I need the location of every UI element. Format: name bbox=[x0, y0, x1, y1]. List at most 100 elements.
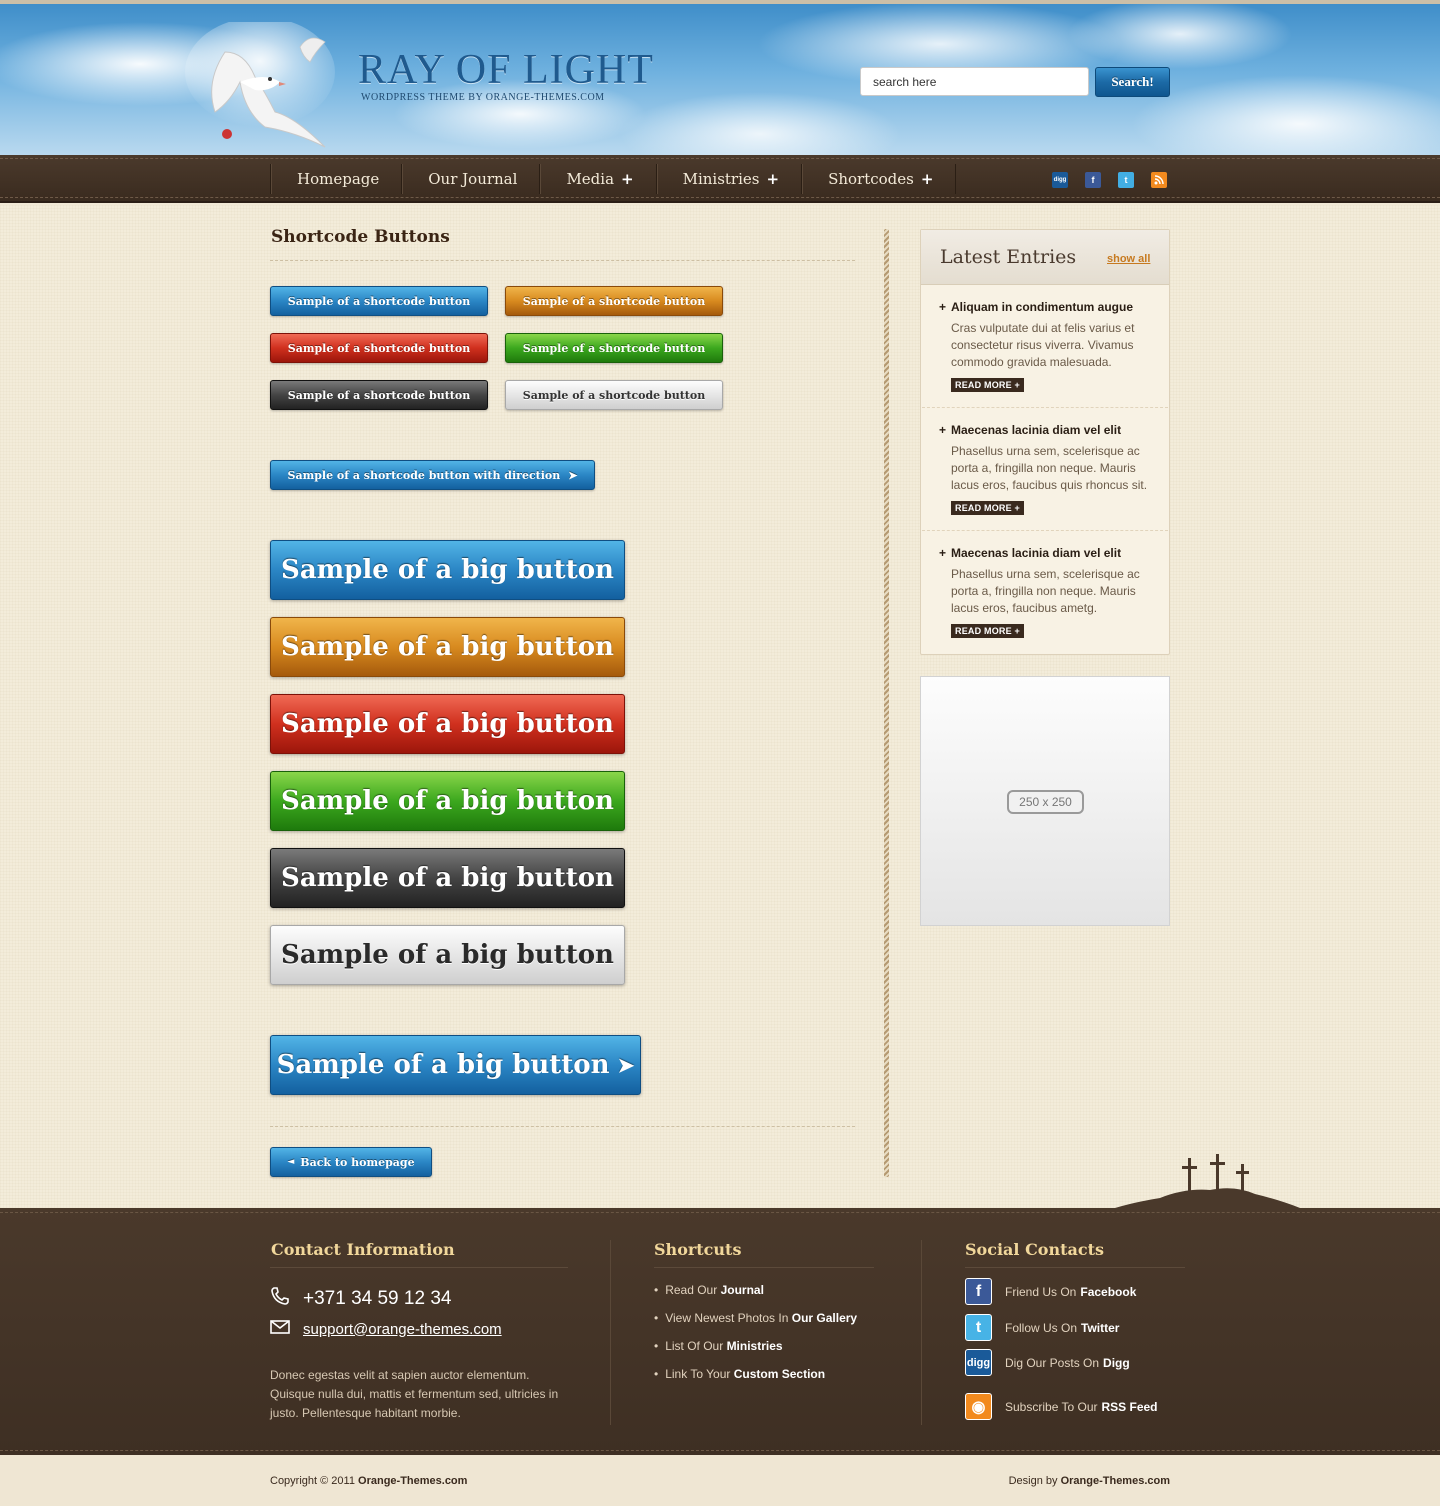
button-label: Sample of a big button bbox=[281, 632, 614, 662]
shortcode-direction-button[interactable]: Sample of a shortcode button with direct… bbox=[270, 460, 595, 490]
copyright-text: Copyright © 2011 Orange-Themes.com bbox=[270, 1475, 467, 1487]
nav-social-links: digg f t bbox=[1052, 172, 1167, 188]
site-logo[interactable]: RAY OF LIGHT WORDPRESS THEME BY ORANGE-T… bbox=[358, 48, 654, 103]
nav-menu: Homepage Our Journal Media + Ministries + … bbox=[270, 164, 957, 194]
copyright-link[interactable]: Orange-Themes.com bbox=[358, 1475, 467, 1487]
read-more-button[interactable]: READ MORE + bbox=[951, 378, 1024, 392]
entry-title[interactable]: + Maecenas lacinia diam vel elit bbox=[939, 546, 1154, 560]
button-label: Sample of a big button bbox=[281, 863, 614, 893]
big-button-dark[interactable]: Sample of a big button bbox=[270, 848, 625, 908]
button-label: Sample of a shortcode button bbox=[287, 341, 471, 355]
shortcode-button-orange[interactable]: Sample of a shortcode button bbox=[505, 286, 723, 316]
shortcut-custom-section[interactable]: • Link To Your Custom Section bbox=[654, 1367, 857, 1395]
show-all-link[interactable]: show all bbox=[1107, 253, 1150, 265]
read-more-button[interactable]: READ MORE + bbox=[951, 501, 1024, 515]
footer-column-divider bbox=[610, 1240, 611, 1425]
social-bold: Facebook bbox=[1080, 1284, 1137, 1299]
rss-icon: ◉ bbox=[965, 1393, 992, 1420]
email-link[interactable]: support@orange-themes.com bbox=[270, 1320, 502, 1338]
footer-divider bbox=[654, 1267, 874, 1268]
shortcut-bold: Journal bbox=[720, 1283, 764, 1297]
social-twitter[interactable]: t Follow Us On Twitter bbox=[965, 1314, 1119, 1341]
nav-item-homepage[interactable]: Homepage bbox=[270, 164, 401, 194]
facebook-icon[interactable]: f bbox=[1085, 172, 1101, 188]
logo-title: RAY OF LIGHT bbox=[358, 47, 654, 93]
nav-item-label: Our Journal bbox=[428, 170, 518, 188]
nav-item-label: Shortcodes bbox=[828, 170, 914, 188]
social-bold: Twitter bbox=[1081, 1320, 1120, 1335]
entry-title[interactable]: + Aliquam in condimentum augue bbox=[939, 300, 1154, 314]
nav-item-label: Homepage bbox=[297, 170, 380, 188]
phone-icon bbox=[270, 1286, 292, 1312]
plus-icon: + bbox=[766, 170, 780, 188]
dove-icon bbox=[185, 22, 335, 148]
site-header: RAY OF LIGHT WORDPRESS THEME BY ORANGE-T… bbox=[0, 0, 1440, 155]
twitter-icon[interactable]: t bbox=[1118, 172, 1134, 188]
shortcode-button-light[interactable]: Sample of a shortcode button bbox=[505, 380, 723, 410]
button-label: Sample of a big button bbox=[281, 940, 614, 970]
shortcut-journal[interactable]: • Read Our Journal bbox=[654, 1283, 857, 1311]
big-button-green[interactable]: Sample of a big button bbox=[270, 771, 625, 831]
shortcode-button-blue[interactable]: Sample of a shortcode button bbox=[270, 286, 488, 316]
nav-item-label: Media bbox=[566, 170, 615, 188]
nav-item-ministries[interactable]: Ministries + bbox=[655, 164, 801, 194]
design-link[interactable]: Orange-Themes.com bbox=[1061, 1475, 1170, 1487]
ad-banner[interactable]: 250 x 250 bbox=[920, 676, 1170, 926]
big-direction-button[interactable]: Sample of a big button ➤ bbox=[270, 1035, 641, 1095]
entry-divider bbox=[922, 407, 1168, 408]
search-input[interactable] bbox=[860, 67, 1089, 96]
logo-subtitle: WORDPRESS THEME BY ORANGE-THEMES.COM bbox=[361, 92, 605, 103]
back-to-homepage-button[interactable]: ◄ Back to homepage bbox=[270, 1147, 432, 1177]
nav-item-media[interactable]: Media + bbox=[539, 164, 655, 194]
big-button-light[interactable]: Sample of a big button bbox=[270, 925, 625, 985]
big-button-red[interactable]: Sample of a big button bbox=[270, 694, 625, 754]
read-more-button[interactable]: READ MORE + bbox=[951, 624, 1024, 638]
nav-item-our-journal[interactable]: Our Journal bbox=[401, 164, 539, 194]
nav-item-label: Ministries bbox=[682, 170, 760, 188]
shortcut-ministries[interactable]: • List Of Our Ministries bbox=[654, 1339, 857, 1367]
button-label: Sample of a big button bbox=[281, 709, 614, 739]
shortcut-bold: Custom Section bbox=[733, 1367, 826, 1381]
shortcode-button-green[interactable]: Sample of a shortcode button bbox=[505, 333, 723, 363]
big-button-orange[interactable]: Sample of a big button bbox=[270, 617, 625, 677]
shortcut-bold: Our Gallery bbox=[791, 1311, 858, 1325]
title-divider bbox=[270, 260, 855, 261]
envelope-icon bbox=[270, 1320, 292, 1338]
phone-number: +371 34 59 12 34 bbox=[270, 1286, 451, 1312]
footer-divider bbox=[965, 1267, 1185, 1268]
shortcuts-heading: Shortcuts bbox=[654, 1240, 742, 1259]
button-label: Sample of a big button bbox=[281, 555, 614, 585]
nav-item-shortcodes[interactable]: Shortcodes + bbox=[801, 164, 957, 194]
search-button[interactable]: Search! bbox=[1095, 67, 1170, 97]
plus-icon: + bbox=[939, 423, 947, 437]
big-button-blue[interactable]: Sample of a big button bbox=[270, 540, 625, 600]
entry-title-text: Maecenas lacinia diam vel elit bbox=[951, 546, 1122, 560]
entry-title[interactable]: + Maecenas lacinia diam vel elit bbox=[939, 423, 1154, 437]
shortcut-gallery[interactable]: • View Newest Photos In Our Gallery bbox=[654, 1311, 857, 1339]
shortcut-text: List Of Our bbox=[665, 1339, 724, 1353]
social-bold: Digg bbox=[1103, 1355, 1130, 1370]
button-label: Sample of a shortcode button bbox=[522, 294, 706, 308]
social-digg[interactable]: digg Dig Our Posts On Digg bbox=[965, 1349, 1130, 1376]
entry-divider bbox=[922, 530, 1168, 531]
twitter-icon: t bbox=[965, 1314, 992, 1341]
footer-divider bbox=[270, 1267, 568, 1268]
shortcode-button-red[interactable]: Sample of a shortcode button bbox=[270, 333, 488, 363]
entry-excerpt: Phasellus urna sem, scelerisque ac porta… bbox=[951, 444, 1148, 492]
button-label: Sample of a big button bbox=[281, 786, 614, 816]
social-facebook[interactable]: f Friend Us On Facebook bbox=[965, 1278, 1136, 1305]
shortcode-button-dark[interactable]: Sample of a shortcode button bbox=[270, 380, 488, 410]
latest-entries-widget: Latest Entries show all + Aliquam in cond… bbox=[920, 229, 1170, 655]
rss-icon[interactable] bbox=[1151, 172, 1167, 188]
button-label: Sample of a big button bbox=[276, 1050, 610, 1080]
contact-description: Donec egestas velit at sapien auctor ele… bbox=[270, 1368, 559, 1420]
social-rss[interactable]: ◉ Subscribe To Our RSS Feed bbox=[965, 1393, 1158, 1420]
plus-icon: + bbox=[621, 170, 634, 188]
button-label: Sample of a shortcode button bbox=[522, 341, 706, 355]
shortcut-bold: Ministries bbox=[726, 1339, 783, 1353]
footer-column-divider bbox=[921, 1240, 922, 1425]
digg-icon[interactable]: digg bbox=[1052, 172, 1068, 188]
bottom-bar bbox=[0, 1455, 1440, 1506]
widget-header: Latest Entries show all bbox=[921, 230, 1169, 285]
ad-size-label: 250 x 250 bbox=[1007, 790, 1084, 814]
